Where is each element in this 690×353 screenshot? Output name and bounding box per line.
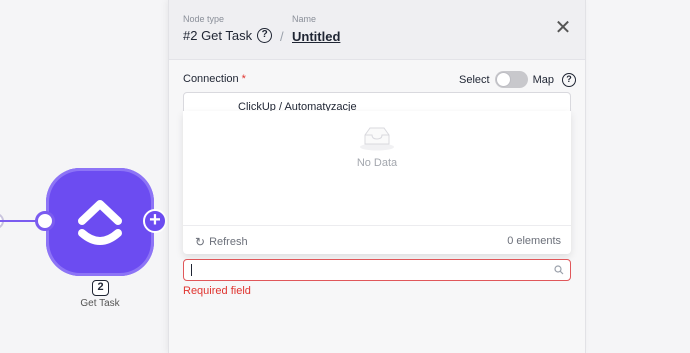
connection-label: Connection * [183, 73, 246, 85]
node-type-caption: Node type [183, 14, 225, 24]
node-type-text: #2 Get Task [183, 28, 253, 43]
clickup-node[interactable] [46, 168, 154, 276]
close-icon[interactable]: ✕ [554, 18, 572, 38]
required-field-error: Required field [183, 285, 251, 297]
connection-label-text: Connection [183, 73, 239, 85]
connection-edge [0, 220, 36, 222]
required-mark: * [241, 73, 246, 85]
node-settings-panel: Node type Name #2 Get Task ? / Untitled … [168, 0, 586, 353]
connection-dropdown: No Data ↻ Refresh 0 elements [183, 111, 571, 254]
toggle-select-label: Select [459, 73, 490, 86]
help-icon[interactable]: ? [257, 28, 273, 43]
no-data-text: No Data [356, 157, 398, 169]
add-next-node-button[interactable]: + [143, 209, 167, 233]
toggle-map-label: Map [532, 73, 554, 86]
node-label: Get Task [80, 298, 120, 309]
node-type: #2 Get Task ? [183, 28, 273, 43]
node-name-editable[interactable]: Untitled [292, 29, 340, 44]
clickup-logo-icon [78, 200, 122, 245]
header-separator: / [280, 29, 284, 44]
toggle-knob [495, 72, 511, 87]
help-icon[interactable]: ? [561, 72, 576, 87]
select-map-toggle[interactable] [494, 71, 528, 88]
dropdown-divider [183, 225, 571, 226]
select-map-toggle-group: Select Map ? [459, 71, 576, 88]
panel-header: Node type Name #2 Get Task ? / Untitled … [169, 0, 585, 60]
text-cursor [191, 264, 192, 276]
refresh-icon: ↻ [195, 235, 206, 249]
search-icon [554, 265, 564, 275]
name-caption: Name [292, 14, 317, 24]
search-input[interactable] [183, 259, 571, 281]
refresh-label: Refresh [209, 236, 248, 248]
element-count: 0 elements [507, 235, 561, 247]
refresh-button[interactable]: ↻ Refresh [195, 235, 248, 249]
node-number-badge: 2 [92, 280, 109, 296]
input-port[interactable] [35, 211, 55, 231]
empty-inbox-icon [360, 127, 394, 151]
